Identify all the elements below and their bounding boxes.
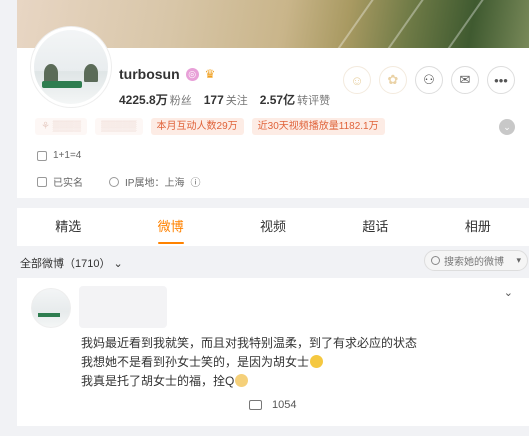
profile-stats: 4225.8万 粉丝 177 关注 2.57亿 转评赞: [119, 91, 330, 108]
help-icon[interactable]: ⓘ: [190, 174, 200, 189]
weibo-post: ⌄ 我妈最近看到我就笑，而且对我特别温柔，到了有求必应的状态 我想她不是看到孙女…: [17, 278, 529, 426]
post-footer: 1054: [249, 399, 296, 411]
feed-filter: 全部微博（1710） ⌄ 搜索她的微博 ▾: [17, 250, 529, 272]
post-line: 我真是托了胡女士的福，拴Q: [81, 372, 417, 391]
tag-faint-1[interactable]: ⚘ ▒▒▒▒: [35, 118, 88, 135]
medal-icon[interactable]: ✿: [379, 66, 407, 94]
profile-actions: ☺ ✿ ⚇ ✉ •••: [343, 66, 515, 94]
message-icon[interactable]: ✉: [451, 66, 479, 94]
post-line: 我想她不是看到孙女士笑的，是因为胡女士: [81, 353, 417, 372]
stat-followers[interactable]: 4225.8万 粉丝: [119, 91, 192, 108]
weibo-profile-page: turbosun ◎ ♛ 4225.8万 粉丝 177 关注 2.57亿 转评赞 ☺ …: [0, 0, 529, 436]
smile-emoji-icon: [310, 355, 324, 368]
id-card-icon: [37, 176, 47, 187]
profile-tabs: 精选 微博 视频 超话 相册: [17, 208, 529, 246]
fan-badge-icon[interactable]: ☺: [343, 66, 371, 94]
shy-emoji-icon: [235, 374, 249, 387]
profile-name[interactable]: turbosun: [119, 66, 180, 82]
bio-icon: [37, 150, 47, 161]
post-line: 我妈最近看到我就笑，而且对我特别温柔，到了有求必应的状态: [81, 336, 418, 350]
more-icon[interactable]: •••: [487, 66, 515, 94]
vip-crown-icon[interactable]: ♛: [205, 68, 219, 80]
comment-count[interactable]: 1054: [272, 399, 296, 411]
caret-down-icon[interactable]: ▾: [516, 255, 521, 266]
bio-text: 1+1=4: [53, 150, 82, 161]
meta-row: 已实名 IP属地：上海 ⓘ: [37, 174, 200, 189]
bio-row: 1+1=4: [37, 150, 81, 161]
search-icon: [431, 256, 440, 265]
tag-faint-2[interactable]: ▒▒▒▒▒: [95, 118, 143, 135]
profile-card: turbosun ◎ ♛ 4225.8万 粉丝 177 关注 2.57亿 转评赞 ☺ …: [17, 27, 529, 198]
search-input[interactable]: 搜索她的微博 ▾: [424, 250, 528, 271]
ip-location-text: IP属地：上海: [125, 178, 185, 189]
comment-icon[interactable]: [249, 400, 262, 410]
chevron-down-icon[interactable]: ⌄: [499, 119, 515, 135]
verified-text: 已实名: [53, 178, 83, 189]
tab-album[interactable]: 相册: [427, 208, 529, 246]
profile-avatar[interactable]: [31, 27, 111, 107]
tab-video[interactable]: 视频: [222, 208, 324, 246]
tag-video-plays[interactable]: 近30天视频播放量1182.1万: [251, 118, 385, 135]
post-avatar[interactable]: [31, 288, 71, 328]
tab-weibo[interactable]: 微博: [119, 208, 221, 246]
chevron-down-icon: ⌄: [113, 258, 123, 270]
tag-monthly-interactions[interactable]: 本月互动人数29万: [150, 118, 244, 135]
tab-featured[interactable]: 精选: [17, 208, 119, 246]
verified-badge-icon[interactable]: ◎: [185, 67, 199, 81]
chevron-down-icon[interactable]: ⌄: [504, 286, 513, 299]
tab-super-topic[interactable]: 超话: [324, 208, 426, 246]
follow-icon[interactable]: ⚇: [415, 66, 443, 94]
post-text: 我妈最近看到我就笑，而且对我特别温柔，到了有求必应的状态 我想她不是看到孙女士笑…: [81, 334, 417, 391]
all-weibo-dropdown[interactable]: 全部微博（1710） ⌄: [20, 255, 123, 271]
profile-tags: ⚘ ▒▒▒▒ ▒▒▒▒▒ 本月互动人数29万 近30天视频播放量1182.1万: [35, 118, 385, 135]
search-placeholder: 搜索她的微博: [444, 257, 504, 268]
stat-interactions[interactable]: 2.57亿 转评赞: [260, 91, 330, 108]
post-author-blurred: [79, 286, 167, 328]
stat-following[interactable]: 177 关注: [204, 92, 248, 108]
location-icon: [109, 176, 119, 187]
